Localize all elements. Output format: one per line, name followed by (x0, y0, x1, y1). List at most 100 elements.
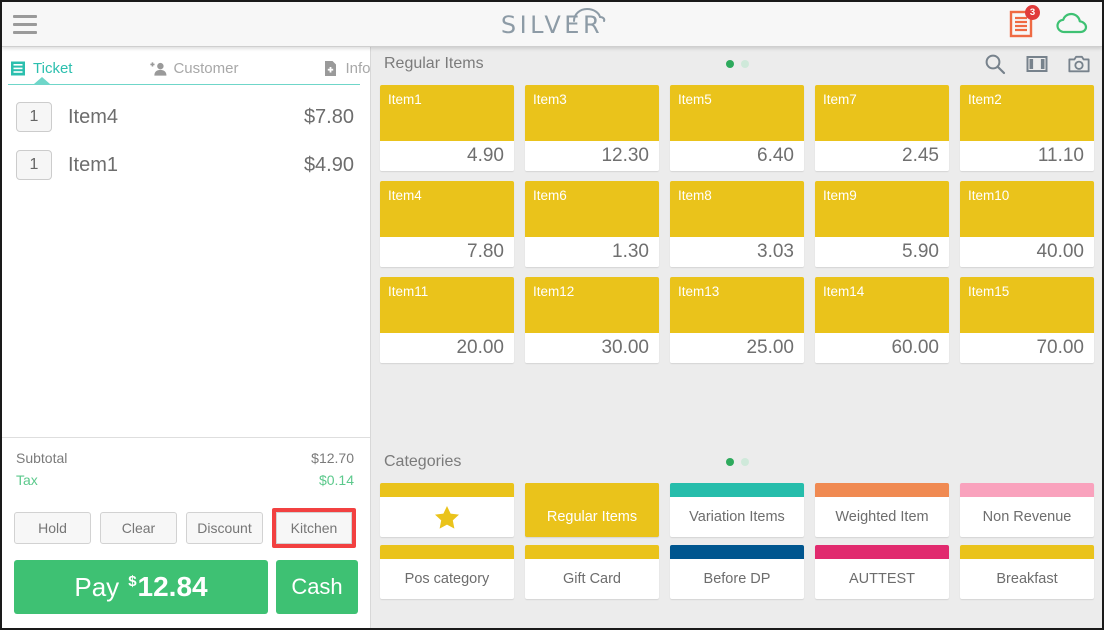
active-tab-caret (34, 77, 50, 84)
item-tile-price: 11.10 (960, 141, 1094, 171)
item-tile-price: 40.00 (960, 237, 1094, 267)
item-tile-top: Item2 (960, 85, 1094, 141)
ticket-totals: Subtotal $12.70 Tax $0.14 (2, 437, 370, 495)
ticket-line-qty[interactable]: 1 (16, 102, 52, 132)
item-tile-top: Item1 (380, 85, 514, 141)
ticket-line-item[interactable]: 1 Item1 $4.90 (2, 141, 370, 189)
item-tile-price: 20.00 (380, 333, 514, 363)
item-tile-price: 3.03 (670, 237, 804, 267)
pay-button-amount: $12.84 (128, 571, 207, 603)
header-actions: 3 (1008, 5, 1088, 39)
item-tile-name: Item2 (968, 92, 1002, 107)
camera-icon[interactable] (1068, 53, 1090, 75)
kitchen-button[interactable]: Kitchen (276, 512, 352, 544)
category-tile-weighted-item[interactable]: Weighted Item (815, 483, 949, 537)
item-tile[interactable]: Item8 3.03 (670, 181, 804, 267)
item-tile-top: Item9 (815, 181, 949, 237)
pay-currency-symbol: $ (128, 572, 137, 590)
item-tile-name: Item6 (533, 188, 567, 203)
category-tile-label: Pos category (404, 571, 490, 587)
subtotal-row: Subtotal $12.70 (16, 447, 354, 469)
open-tickets-button[interactable]: 3 (1008, 5, 1040, 39)
item-tile-price: 25.00 (670, 333, 804, 363)
item-tile[interactable]: Item4 7.80 (380, 181, 514, 267)
item-tile-price: 60.00 (815, 333, 949, 363)
category-tile-label: Gift Card (562, 571, 621, 587)
item-tile-name: Item5 (678, 92, 712, 107)
category-tile-non-revenue[interactable]: Non Revenue (960, 483, 1094, 537)
category-tile-body (380, 497, 514, 537)
categories-section-title: Categories (384, 453, 462, 470)
ticket-action-buttons: Hold Clear Discount Kitchen (14, 508, 356, 548)
item-tile[interactable]: Item9 5.90 (815, 181, 949, 267)
page-dot[interactable] (740, 60, 749, 68)
item-tile-name: Item12 (533, 284, 575, 299)
layout-columns-icon[interactable] (1026, 53, 1048, 75)
search-icon[interactable] (984, 53, 1006, 75)
page-dot[interactable] (725, 458, 734, 466)
item-tile[interactable]: Item1 4.90 (380, 85, 514, 171)
category-tile-regular-items[interactable]: Regular Items (525, 483, 659, 537)
tab-customer[interactable]: Customer (150, 60, 238, 77)
item-tile[interactable]: Item15 70.00 (960, 277, 1094, 363)
hamburger-menu-icon[interactable] (13, 15, 37, 34)
ticket-line-price: $4.90 (303, 153, 354, 176)
tab-info[interactable]: Info (322, 60, 371, 77)
category-tile-gift-card[interactable]: Gift Card (525, 545, 659, 599)
categories-section: Categories Regular Items Variation Items… (372, 445, 1102, 599)
item-tile[interactable]: Item3 12.30 (525, 85, 659, 171)
category-tile-breakfast[interactable]: Breakfast (960, 545, 1094, 599)
item-tile-price: 1.30 (525, 237, 659, 267)
page-dot[interactable] (740, 458, 749, 466)
tax-label: Tax (16, 472, 38, 488)
logo-text: SILVER (500, 11, 604, 39)
ticket-line-qty[interactable]: 1 (16, 150, 52, 180)
page-dot[interactable] (725, 60, 734, 68)
cash-button[interactable]: Cash (276, 560, 358, 614)
item-tile-price: 4.90 (380, 141, 514, 171)
item-tile-name: Item14 (823, 284, 865, 299)
pos-app: SILVER 3 Ticket Customer Info 1 Item4 $7… (0, 0, 1104, 630)
item-tile[interactable]: Item5 6.40 (670, 85, 804, 171)
item-tile[interactable]: Item10 40.00 (960, 181, 1094, 267)
items-section-header: Regular Items (372, 47, 1102, 81)
categories-grid: Regular Items Variation Items Weighted I… (380, 483, 1094, 599)
ticket-line-item[interactable]: 1 Item4 $7.80 (2, 93, 370, 141)
active-tab-underline (8, 83, 360, 85)
item-tile-price: 5.90 (815, 237, 949, 267)
item-tile[interactable]: Item6 1.30 (525, 181, 659, 267)
item-tile-top: Item8 (670, 181, 804, 237)
category-color-bar (960, 545, 1094, 559)
category-tile-before-dp[interactable]: Before DP (670, 545, 804, 599)
item-tile-name: Item13 (678, 284, 720, 299)
category-tile-auttest[interactable]: AUTTEST (815, 545, 949, 599)
item-tile-top: Item14 (815, 277, 949, 333)
item-tile[interactable]: Item2 11.10 (960, 85, 1094, 171)
item-tile-name: Item1 (388, 92, 422, 107)
category-color-bar (670, 483, 804, 497)
item-tile-name: Item3 (533, 92, 567, 107)
item-tile-price: 2.45 (815, 141, 949, 171)
pay-button[interactable]: Pay $12.84 (14, 560, 268, 614)
clear-button[interactable]: Clear (100, 512, 177, 544)
tab-ticket[interactable]: Ticket (10, 60, 72, 77)
item-tile[interactable]: Item11 20.00 (380, 277, 514, 363)
item-tile-price: 7.80 (380, 237, 514, 267)
discount-button[interactable]: Discount (186, 512, 263, 544)
cloud-sync-icon[interactable] (1056, 12, 1088, 36)
category-tile-variation-items[interactable]: Variation Items (670, 483, 804, 537)
item-tile[interactable]: Item13 25.00 (670, 277, 804, 363)
items-toolbar (984, 53, 1090, 75)
item-tile[interactable]: Item14 60.00 (815, 277, 949, 363)
hold-button[interactable]: Hold (14, 512, 91, 544)
item-tile-top: Item5 (670, 85, 804, 141)
item-tile-name: Item4 (388, 188, 422, 203)
item-tile[interactable]: Item12 30.00 (525, 277, 659, 363)
item-tile[interactable]: Item7 2.45 (815, 85, 949, 171)
category-tile-favorites[interactable] (380, 483, 514, 537)
category-color-bar (815, 483, 949, 497)
pay-amount-value: 12.84 (137, 571, 208, 602)
payment-buttons: Pay $12.84 Cash (14, 560, 358, 614)
category-tile-pos-category[interactable]: Pos category (380, 545, 514, 599)
star-icon (435, 505, 459, 529)
